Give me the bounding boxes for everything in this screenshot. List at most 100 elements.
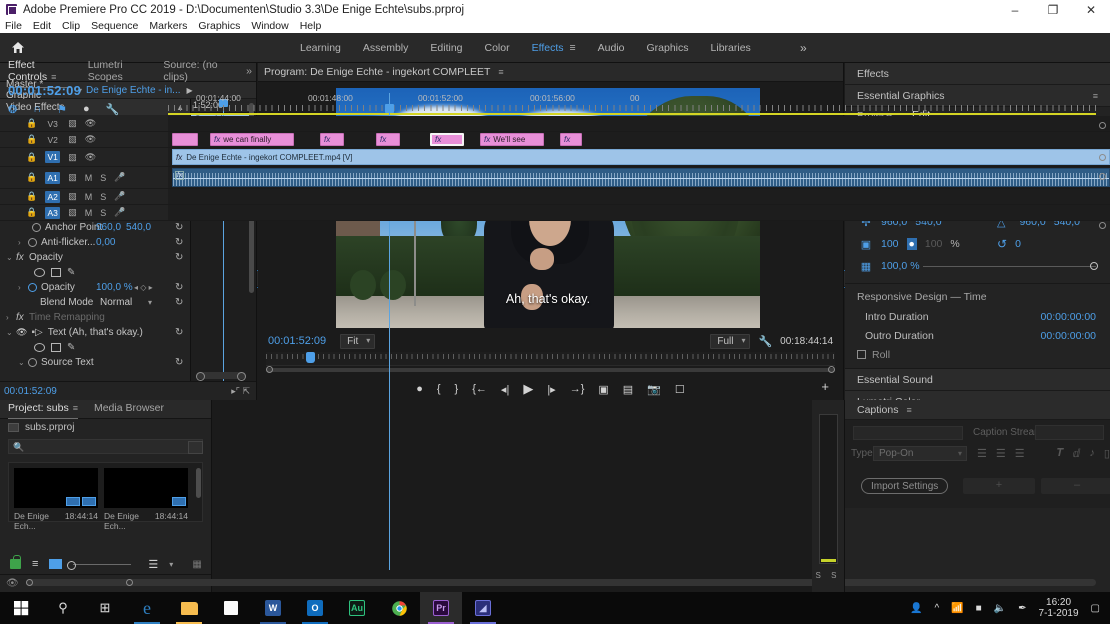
track-handle[interactable] — [1099, 173, 1106, 180]
wifi-icon[interactable]: 📶 — [951, 603, 963, 614]
microphone-icon[interactable]: 🎤 — [114, 207, 125, 218]
audio-meter-track[interactable] — [819, 414, 838, 564]
mute-track-button[interactable]: M — [85, 173, 93, 183]
panel-menu-icon[interactable]: ≡ — [498, 67, 503, 77]
show-hidden-icons-icon[interactable]: ^ — [934, 603, 939, 614]
volume-icon[interactable]: 🔈 — [994, 603, 1006, 614]
audition-icon[interactable]: Au — [336, 592, 378, 624]
snap-icon[interactable]: ❂ — [8, 103, 17, 116]
timeline-horizontal-scrollbar[interactable] — [26, 579, 1096, 586]
timeline-settings-wrench-icon[interactable]: 🔧 — [106, 103, 120, 116]
track-handle[interactable] — [1099, 122, 1106, 129]
workspace-tab-libraries[interactable]: Libraries — [711, 42, 751, 54]
microphone-icon[interactable]: 🎤 — [114, 172, 125, 183]
menu-item-file[interactable]: File — [5, 20, 22, 32]
timeline-clip[interactable]: fx we can finally — [210, 133, 294, 146]
menu-item-markers[interactable]: Markers — [149, 20, 187, 32]
microphone-icon[interactable]: 🎤 — [114, 191, 125, 202]
solo-track-button[interactable]: S — [100, 208, 106, 218]
menu-item-sequence[interactable]: Sequence — [91, 20, 138, 32]
track-header-a3[interactable]: 🔒 A3 ▧ M S 🎤 — [0, 205, 168, 220]
timeline-clip[interactable]: fx We'll see — [480, 133, 544, 146]
minimize-button[interactable]: – — [996, 0, 1034, 19]
marker-icon[interactable]: ● — [83, 103, 90, 116]
search-icon[interactable]: ⚲ — [42, 592, 84, 624]
workspace-tab-color[interactable]: Color — [485, 42, 510, 54]
menu-item-graphics[interactable]: Graphics — [198, 20, 240, 32]
solo-track-button[interactable]: S — [100, 192, 106, 202]
eye-icon[interactable]: 👁 — [85, 134, 96, 145]
lock-icon[interactable]: 🔒 — [26, 152, 37, 163]
scrollbar-handle-left[interactable] — [26, 579, 33, 586]
eye-icon[interactable]: 👁 — [6, 578, 19, 589]
track-handle[interactable] — [1099, 154, 1106, 161]
workspace-tab-learning[interactable]: Learning — [300, 42, 341, 54]
workspace-tab-assembly[interactable]: Assembly — [363, 42, 409, 54]
menu-item-help[interactable]: Help — [300, 20, 322, 32]
timeline-clip-selected[interactable]: fx — [430, 133, 464, 146]
toggle-track-output-icon[interactable]: ▧ — [68, 207, 77, 218]
microsoft-store-icon[interactable] — [210, 592, 252, 624]
taskbar-clock[interactable]: 16:20 7-1-2019 — [1039, 597, 1079, 619]
home-icon[interactable] — [0, 33, 36, 63]
lock-icon[interactable]: 🔒 — [26, 207, 37, 218]
people-icon[interactable]: 👤 — [910, 603, 922, 614]
track-name-a1[interactable]: A1 — [45, 171, 61, 184]
scrollbar-handle-right[interactable] — [126, 579, 133, 586]
premiere-pro-icon[interactable]: Pr — [420, 592, 462, 624]
timeline-playhead-timecode[interactable]: 00:01:52:09 — [8, 83, 81, 98]
track-name-v1[interactable]: V1 — [45, 151, 61, 163]
linked-selection-icon[interactable]: ∩ — [33, 103, 41, 116]
pen-icon[interactable]: ✒ — [1018, 603, 1026, 614]
track-name-a3[interactable]: A3 — [45, 206, 61, 219]
effect-controls-overflow-icon[interactable]: » — [246, 65, 256, 79]
toggle-track-output-icon[interactable]: ▧ — [68, 191, 77, 202]
workspace-tab-editing[interactable]: Editing — [430, 42, 462, 54]
toggle-track-output-icon[interactable]: ▧ — [68, 118, 77, 129]
audio-meter-solo-labels[interactable]: S S — [812, 571, 844, 580]
solo-track-button[interactable]: S — [100, 173, 106, 183]
menu-item-edit[interactable]: Edit — [33, 20, 51, 32]
workspace-menu-icon[interactable]: ≡ — [570, 42, 576, 54]
toggle-track-output-icon[interactable]: ▧ — [68, 134, 77, 145]
timeline-clip[interactable]: fx — [560, 133, 582, 146]
workspace-tab-graphics[interactable]: Graphics — [647, 42, 689, 54]
track-header-v2[interactable]: 🔒 V2 ▧ 👁 — [0, 132, 168, 147]
track-name-a2[interactable]: A2 — [45, 190, 61, 203]
track-body-a2[interactable] — [168, 189, 1110, 204]
windows-start-icon[interactable] — [0, 592, 42, 624]
toggle-track-output-icon[interactable]: ▧ — [68, 172, 77, 183]
eye-icon[interactable]: 👁 — [85, 152, 96, 163]
timeline-clip[interactable] — [172, 133, 198, 146]
timeline-clip[interactable]: fx — [376, 133, 400, 146]
menu-item-clip[interactable]: Clip — [62, 20, 80, 32]
track-body-a3[interactable] — [168, 205, 1110, 220]
tab-lumetri-scopes[interactable]: Lumetri Scopes — [88, 59, 148, 85]
mute-track-button[interactable]: M — [85, 208, 93, 218]
mute-track-button[interactable]: M — [85, 192, 93, 202]
lock-icon[interactable]: 🔒 — [26, 118, 37, 129]
word-icon[interactable]: W — [252, 592, 294, 624]
timeline-main-video-clip[interactable]: fx De Enige Echte - ingekort COMPLEET.mp… — [172, 149, 1110, 165]
lock-icon[interactable]: 🔒 — [26, 191, 37, 202]
edge-icon[interactable]: e — [126, 592, 168, 624]
timeline-clip[interactable]: fx — [320, 133, 344, 146]
panel-menu-icon[interactable]: ≡ — [51, 72, 56, 82]
accordion-effects[interactable]: Effects — [845, 63, 1110, 85]
lock-icon[interactable]: 🔒 — [26, 134, 37, 145]
tab-source-monitor[interactable]: Source: (no clips) — [163, 59, 230, 85]
workspace-tab-audio[interactable]: Audio — [598, 42, 625, 54]
lock-icon[interactable]: 🔒 — [26, 172, 37, 183]
maximize-button[interactable]: ❐ — [1034, 0, 1072, 19]
track-body-a1[interactable]: fx — [168, 167, 1110, 188]
track-header-a1[interactable]: 🔒 A1 ▧ M S 🎤 — [0, 167, 168, 188]
notifications-icon[interactable]: ▢ — [1091, 603, 1100, 614]
outlook-icon[interactable]: O — [294, 592, 336, 624]
toggle-track-output-icon[interactable]: ▧ — [68, 152, 77, 163]
add-marker-icon[interactable]: ⚑ — [57, 103, 67, 116]
chr‌ome-icon[interactable] — [378, 592, 420, 624]
tab-effect-controls[interactable]: Effect Controls ≡ — [8, 59, 72, 88]
track-body-v3[interactable] — [168, 116, 1110, 131]
timeline-audio-clip[interactable]: fx — [172, 168, 1110, 187]
workspace-tab-effects[interactable]: Effects — [532, 42, 564, 54]
